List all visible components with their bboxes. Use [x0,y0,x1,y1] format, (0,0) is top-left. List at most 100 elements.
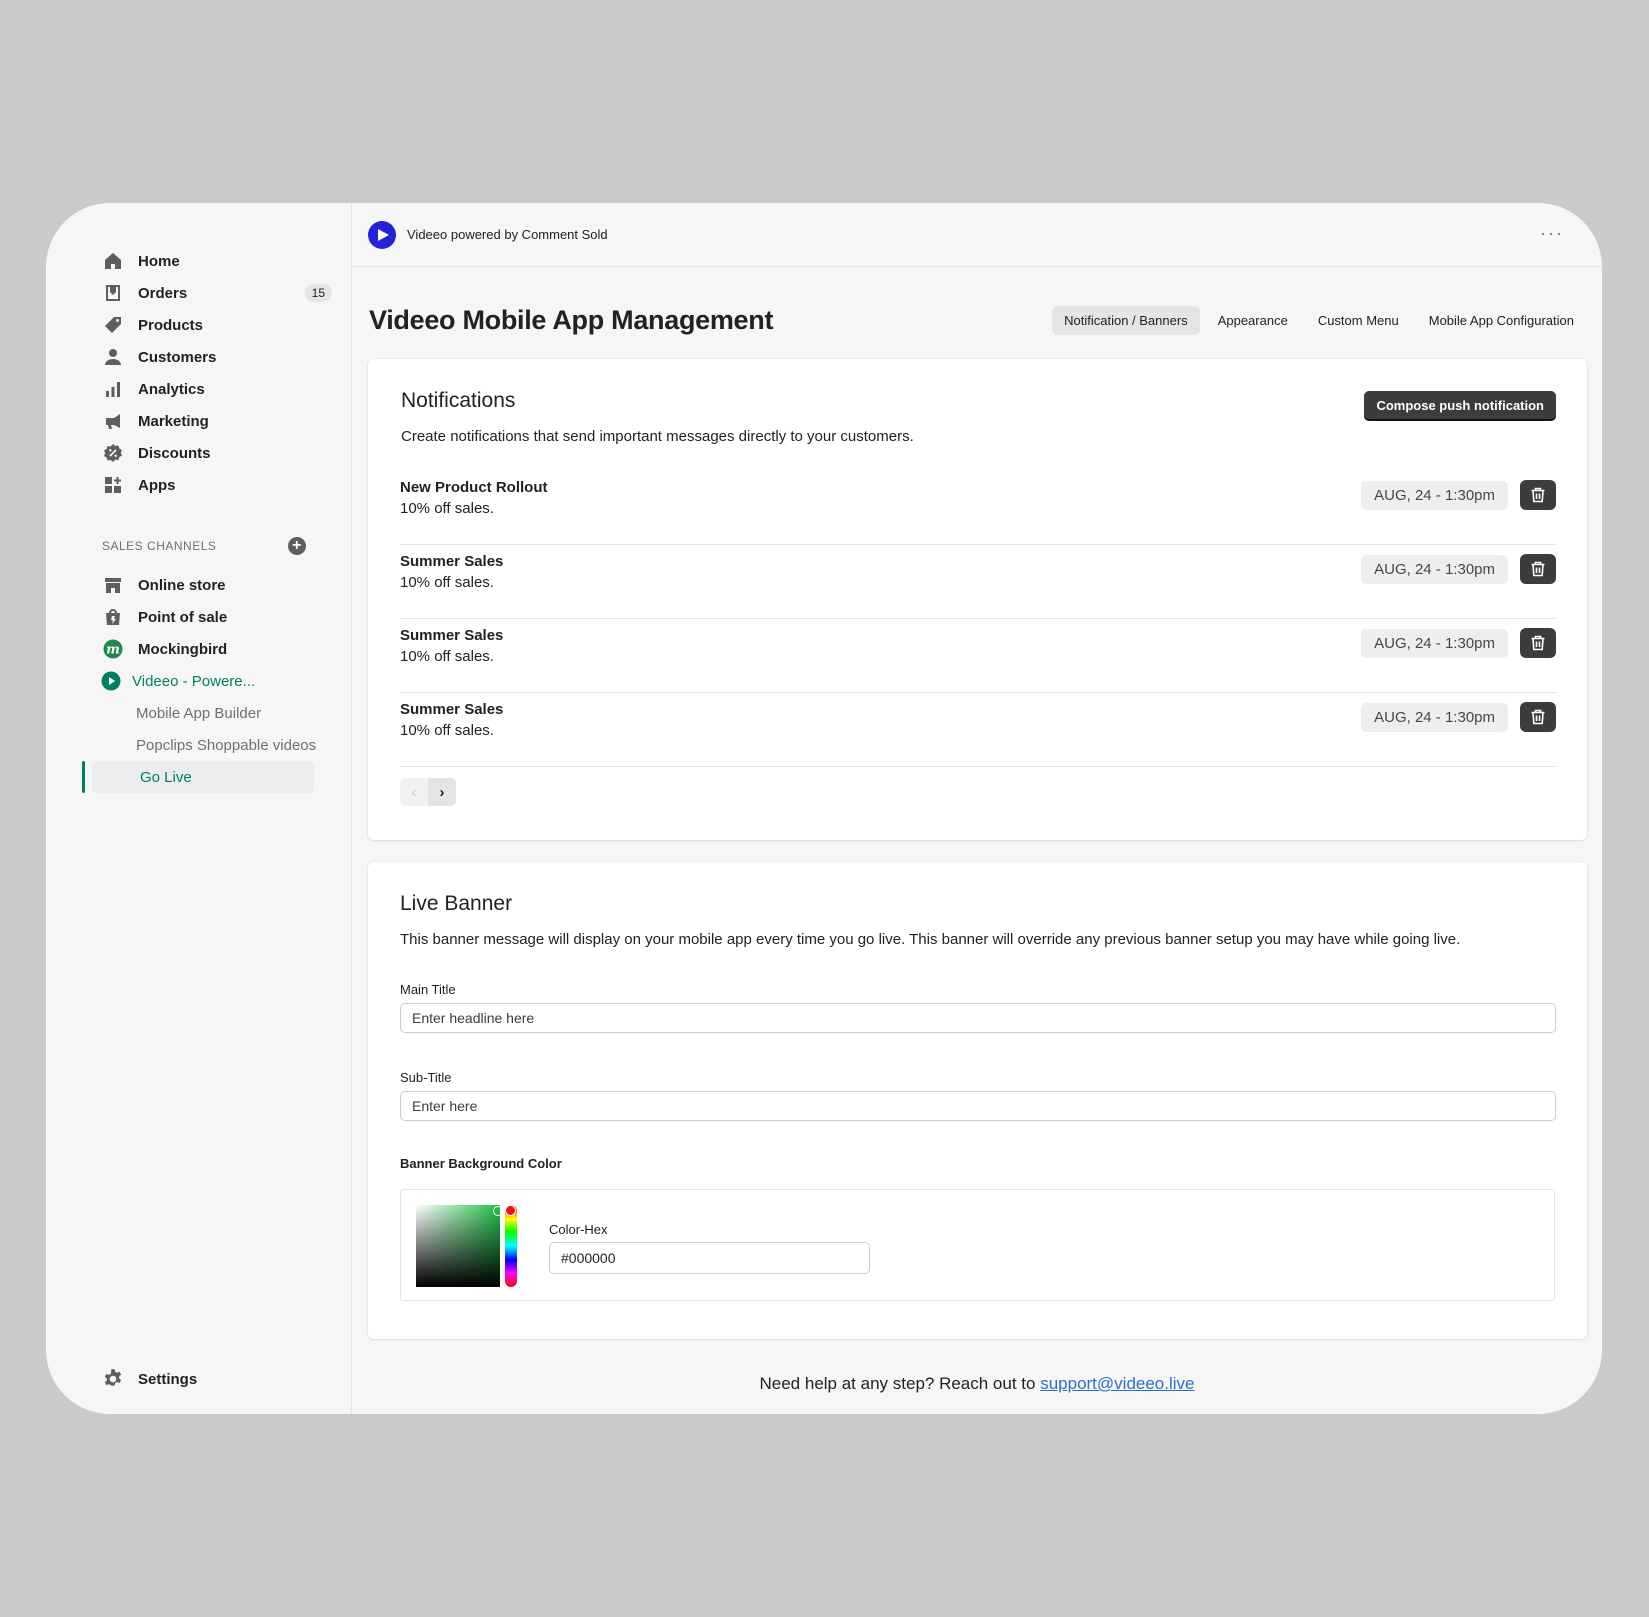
sidebar-item-mockingbird[interactable]: m Mockingbird [102,633,360,665]
live-banner-description: This banner message will display on your… [400,931,1461,948]
sidebar-item-apps[interactable]: Apps [102,469,360,501]
apps-icon [102,474,124,496]
sidebar-item-analytics[interactable]: Analytics [102,373,360,405]
add-channel-icon[interactable]: + [288,537,306,555]
play-circle-icon [100,670,122,692]
main-title-label: Main Title [400,982,456,997]
megaphone-icon [102,410,124,432]
sub-title-input[interactable] [400,1091,1556,1121]
trash-icon [1531,487,1545,503]
orders-count-badge: 15 [304,284,332,302]
store-icon [102,574,124,596]
active-indicator [82,761,85,793]
sidebar-item-point-of-sale[interactable]: Point of sale [102,601,360,633]
color-picker: Color-Hex [400,1189,1555,1301]
sidebar-item-label: Mockingbird [138,640,228,658]
sales-channels-list: Online store Point of sale m Mockingbird… [100,569,360,761]
previous-page-button[interactable]: ‹ [400,778,428,806]
hue-slider-handle[interactable] [505,1205,516,1216]
bar-chart-icon [102,378,124,400]
sidebar-item-marketing[interactable]: Marketing [102,405,360,437]
sidebar-subitem-label: Popclips Shoppable videos [136,736,317,754]
sidebar-subitem-popclips[interactable]: Popclips Shoppable videos [102,729,360,761]
tab-notification-banners[interactable]: Notification / Banners [1052,305,1200,335]
sidebar-item-customers[interactable]: Customers [102,341,360,373]
home-icon [102,250,124,272]
app-window: Home Orders 15 Products Customers Analyt… [46,203,1602,1414]
notification-date: AUG, 24 - 1:30pm [1361,481,1508,510]
settings-label: Settings [138,1370,198,1388]
sidebar-item-videeo[interactable]: Videeo - Powere... [100,665,360,697]
list-item: Summer Sales 10% off sales. AUG, 24 - 1:… [400,545,1556,619]
page-title: Videeo Mobile App Management [369,304,774,335]
more-options-icon[interactable]: ··· [1540,223,1564,244]
sidebar-item-label: Home [138,252,180,270]
main-title-input[interactable] [400,1003,1556,1033]
delete-button[interactable] [1520,702,1556,732]
next-page-button[interactable]: › [428,778,456,806]
sidebar-item-home[interactable]: Home [102,245,360,277]
main-nav: Home Orders 15 Products Customers Analyt… [102,245,360,501]
compose-push-notification-button[interactable]: Compose push notification [1364,391,1556,419]
help-text: Need help at any step? Reach out to [759,1374,1041,1393]
delete-button[interactable] [1520,628,1556,658]
sidebar-item-discounts[interactable]: Discounts [102,437,360,469]
live-banner-card: Live Banner This banner message will dis… [368,862,1587,1339]
sidebar-subitem-label: Mobile App Builder [136,704,262,722]
sales-channels-header: SALES CHANNELS + [102,537,306,555]
tab-mobile-app-configuration[interactable]: Mobile App Configuration [1417,306,1586,335]
notification-date: AUG, 24 - 1:30pm [1361,555,1508,584]
color-hex-input[interactable] [549,1242,870,1274]
banner-background-color-label: Banner Background Color [400,1156,562,1171]
sidebar-item-label: Videeo - Powere... [132,672,256,690]
color-picker-handle[interactable] [493,1206,503,1216]
trash-icon [1531,635,1545,651]
notification-title: Summer Sales [400,701,504,718]
app-name: Videeo powered by Comment Sold [407,227,608,242]
trash-icon [1531,709,1545,725]
shopping-bag-icon [102,606,124,628]
sidebar-item-label: Customers [138,348,217,366]
sidebar-item-settings[interactable]: Settings [102,1368,197,1390]
discount-icon [102,442,124,464]
help-footer: Need help at any step? Reach out to supp… [352,1374,1602,1394]
sidebar-item-label: Apps [138,476,176,494]
notification-body: 10% off sales. [400,722,494,739]
saturation-brightness-picker[interactable] [416,1205,503,1287]
sidebar-item-online-store[interactable]: Online store [102,569,360,601]
sidebar-item-label: Orders [138,284,188,302]
delete-button[interactable] [1520,554,1556,584]
sidebar-item-label: Marketing [138,412,209,430]
notifications-description: Create notifications that send important… [401,428,914,445]
videeo-logo-icon [368,220,396,249]
notification-body: 10% off sales. [400,574,494,591]
sidebar-item-orders[interactable]: Orders 15 [102,277,360,309]
sidebar-item-label: Products [138,316,204,334]
sub-title-label: Sub-Title [400,1070,452,1085]
tag-icon [102,314,124,336]
sidebar-subitem-go-live[interactable]: Go Live [92,761,314,793]
notification-title: Summer Sales [400,627,504,644]
support-email-link[interactable]: support@videeo.live [1040,1374,1194,1393]
page-header: Videeo Mobile App Management Notificatio… [369,300,1586,340]
orders-icon [102,282,124,304]
delete-button[interactable] [1520,480,1556,510]
svg-text:m: m [106,643,120,658]
sidebar-item-label: Point of sale [138,608,228,626]
notification-title: New Product Rollout [400,479,548,496]
notification-body: 10% off sales. [400,648,494,665]
main-content: Videeo powered by Comment Sold ··· Videe… [352,203,1602,1414]
sidebar-subitem-label: Go Live [140,768,192,786]
notification-date: AUG, 24 - 1:30pm [1361,703,1508,732]
live-banner-title: Live Banner [400,892,513,915]
color-hex-label: Color-Hex [549,1222,608,1237]
hue-slider[interactable] [505,1205,517,1287]
sidebar-item-products[interactable]: Products [102,309,360,341]
sidebar-subitem-mobile-app-builder[interactable]: Mobile App Builder [102,697,360,729]
notification-title: Summer Sales [400,553,504,570]
pagination: ‹ › [400,778,456,806]
sidebar-item-label: Discounts [138,444,211,462]
tab-custom-menu[interactable]: Custom Menu [1306,306,1411,335]
list-item: New Product Rollout 10% off sales. AUG, … [400,471,1556,545]
tab-appearance[interactable]: Appearance [1206,306,1300,335]
